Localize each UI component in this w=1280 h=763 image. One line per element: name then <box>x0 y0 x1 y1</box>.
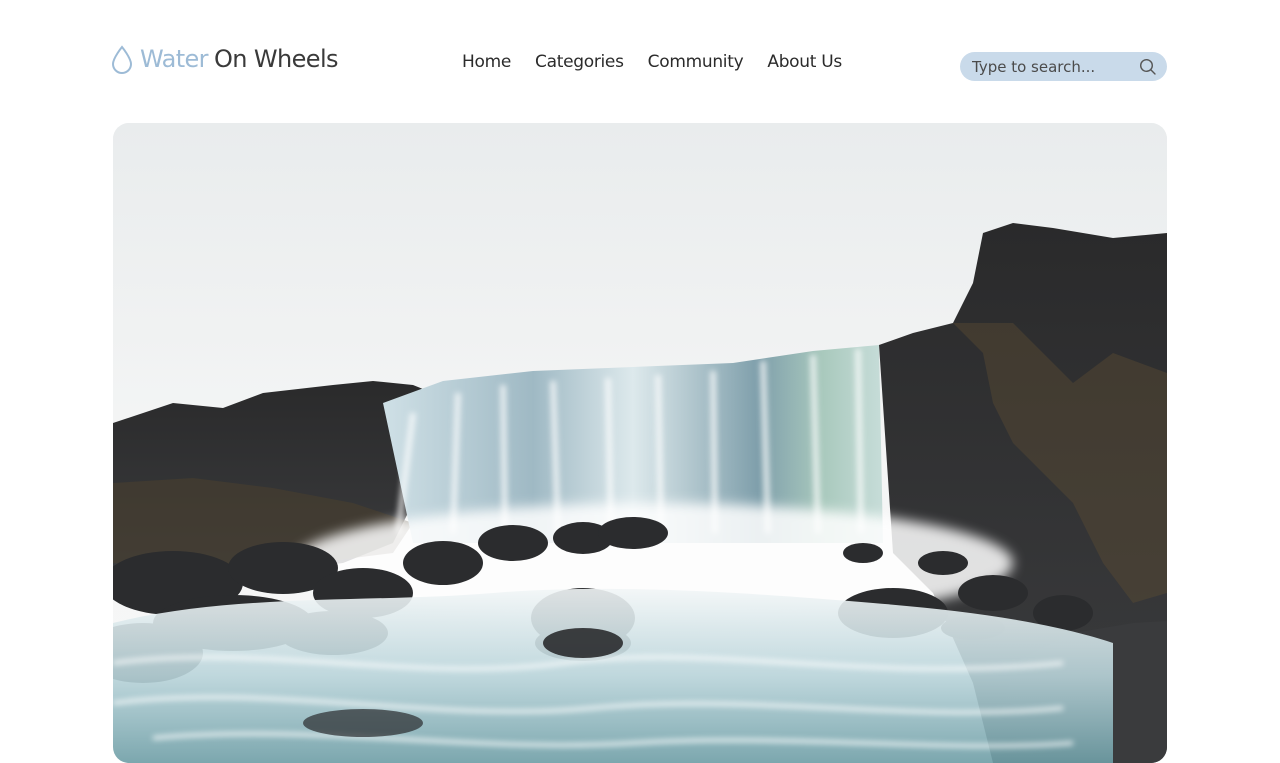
site-header: Water On Wheels Home Categories Communit… <box>0 0 1280 110</box>
nav-item-community[interactable]: Community <box>648 52 744 72</box>
water-drop-icon <box>110 44 134 74</box>
search-icon[interactable] <box>1139 58 1157 76</box>
brand-word-on-wheels: On Wheels <box>213 45 339 73</box>
nav-item-home[interactable]: Home <box>462 52 511 72</box>
hero-image <box>113 123 1167 763</box>
search-input[interactable] <box>972 57 1139 76</box>
main-nav: Home Categories Community About Us <box>462 52 842 72</box>
nav-item-about-us[interactable]: About Us <box>767 52 842 72</box>
waterfall-photo <box>113 123 1167 763</box>
nav-item-categories[interactable]: Categories <box>535 52 624 72</box>
brand-word-water: Water <box>140 45 209 73</box>
brand-logo[interactable]: Water On Wheels <box>110 44 339 74</box>
search-bar <box>960 52 1167 81</box>
